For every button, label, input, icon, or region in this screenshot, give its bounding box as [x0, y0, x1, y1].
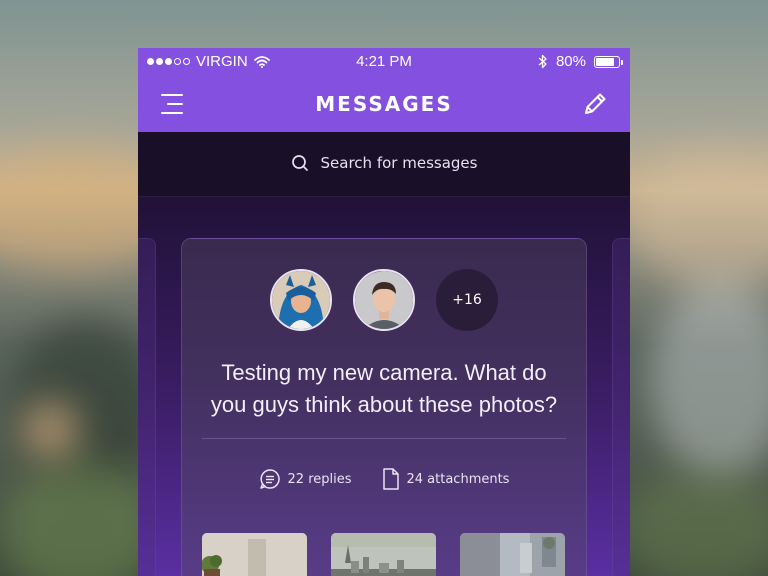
status-bar: VIRGIN 4:21 PM 80% — [138, 48, 630, 76]
battery-icon — [594, 55, 623, 68]
photo-thumbnail[interactable] — [202, 533, 307, 576]
more-participants-badge[interactable]: +16 — [436, 269, 498, 331]
attachments-count[interactable]: 24 attachments — [382, 468, 510, 490]
compose-button[interactable] — [580, 89, 610, 119]
search-placeholder: Search for messages — [320, 154, 478, 172]
previous-card-peek[interactable] — [138, 238, 156, 576]
battery-percent: 80% — [555, 53, 586, 70]
replies-count[interactable]: 22 replies — [259, 468, 352, 490]
avatar[interactable] — [353, 269, 415, 331]
divider — [202, 438, 566, 439]
navigation-bar: MESSAGES — [138, 76, 630, 132]
bluetooth-icon — [538, 54, 547, 69]
replies-label: 22 replies — [287, 471, 352, 487]
attachments-label: 24 attachments — [406, 471, 510, 487]
page-title: MESSAGES — [315, 92, 453, 116]
search-bar[interactable]: Search for messages — [138, 132, 630, 197]
document-icon — [382, 468, 399, 490]
pencil-icon — [585, 93, 606, 114]
photo-thumbnail[interactable] — [460, 533, 565, 576]
message-text: Testing my new camera. What do you guys … — [210, 360, 558, 417]
photo-thumbnail[interactable] — [331, 533, 436, 576]
search-icon — [291, 155, 308, 171]
message-card[interactable]: +16 Testing my new camera. What do you g… — [181, 238, 587, 576]
phone-screen: VIRGIN 4:21 PM 80% MESSAGES Search for m… — [138, 48, 630, 576]
participant-avatars: +16 — [182, 269, 586, 331]
photo-thumbnails — [202, 533, 565, 576]
avatar[interactable] — [270, 269, 332, 331]
chat-bubble-icon — [259, 469, 280, 489]
next-card-peek[interactable] — [612, 238, 630, 576]
